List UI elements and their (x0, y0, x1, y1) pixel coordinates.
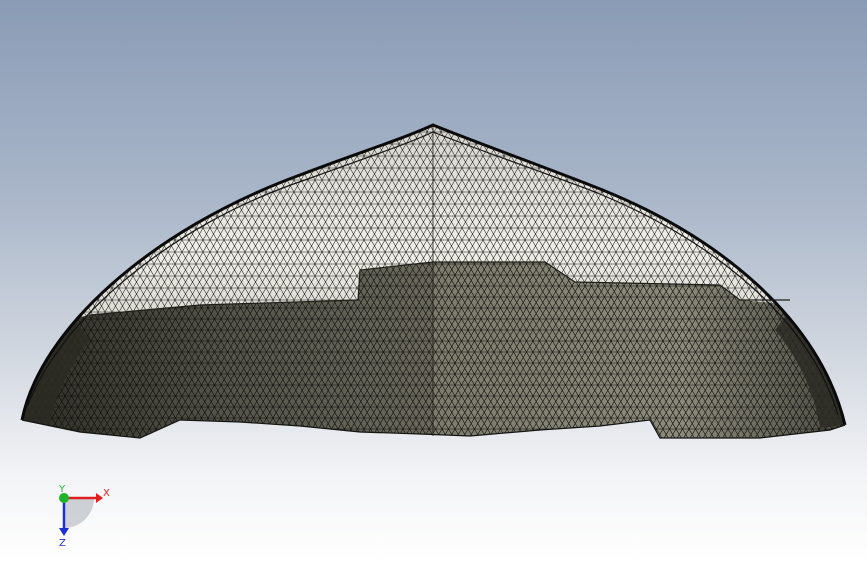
orientation-triad: X Y Z (58, 484, 110, 548)
graphics-viewport[interactable]: X Y Z (0, 0, 867, 562)
dome-mesh-model[interactable] (0, 0, 867, 562)
triad-x-label: X (103, 488, 110, 499)
triad-z-arrow-icon (59, 528, 69, 536)
triad-shadow (64, 498, 94, 528)
triad-z-label: Z (59, 538, 66, 548)
triad-x-arrow-icon (96, 493, 103, 503)
triad-y-label: Y (58, 484, 66, 495)
